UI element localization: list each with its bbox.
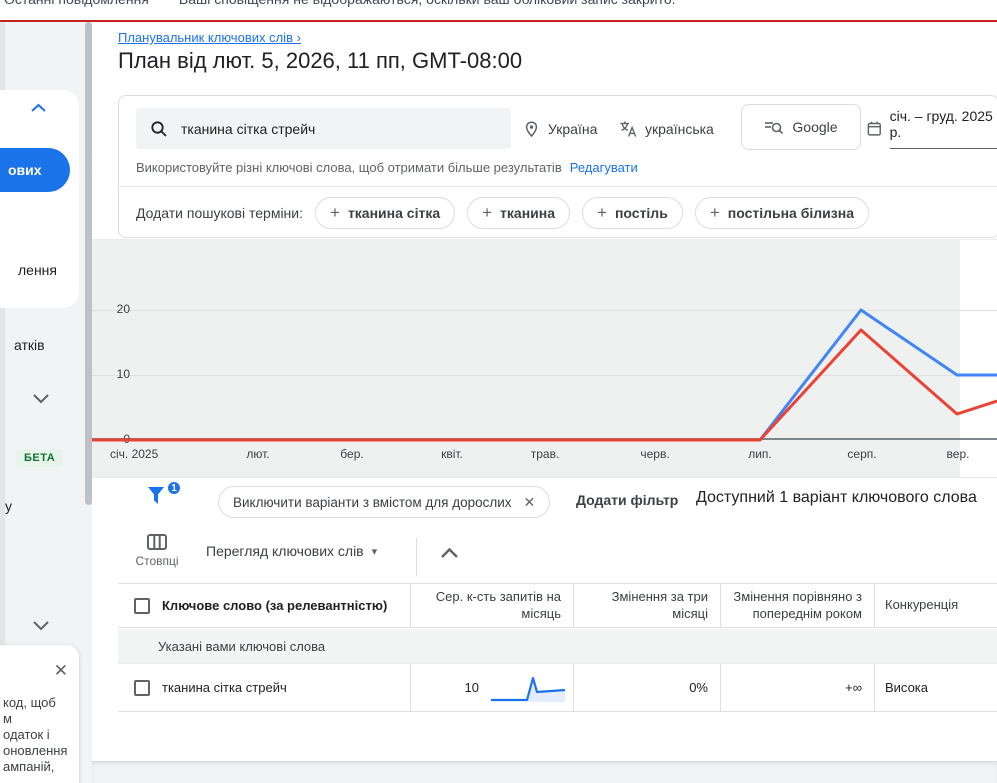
filter-button[interactable]: 1: [146, 480, 182, 514]
account-closed-banner: Останні повідомлення Ваші сповіщення не …: [0, 0, 997, 22]
chevron-down-icon[interactable]: [32, 620, 50, 631]
term-chip[interactable]: + тканина сітка: [315, 196, 456, 229]
banner-label: Останні повідомлення: [4, 0, 149, 7]
result-summary: Доступний 1 варіант ключового слова: [696, 489, 977, 506]
term-chip[interactable]: + тканина: [467, 196, 571, 229]
term-chip-label: тканина: [500, 204, 556, 221]
add-filter-button[interactable]: Додати фільтр: [576, 492, 678, 508]
red-series-line: [92, 328, 997, 442]
keyword-search-box[interactable]: [136, 108, 511, 149]
close-icon[interactable]: ✕: [54, 661, 68, 681]
chevron-down-icon[interactable]: [32, 393, 50, 404]
location-button[interactable]: Україна: [523, 108, 597, 149]
table-section-row: Указані вами ключові слова: [118, 629, 997, 664]
promo-text: код, щоб м одаток і оновлення ампаній,: [3, 695, 67, 775]
banner-message: Ваші сповіщення не відображаються, оскіл…: [179, 0, 676, 7]
filter-chip-label: Виключити варіанти з вмістом для доросли…: [233, 494, 512, 510]
keyword-planner-app: Останні повідомлення Ваші сповіщення не …: [0, 0, 997, 783]
promo-line: ампаній,: [3, 759, 55, 774]
keyword-view-dropdown[interactable]: Перегляд ключових слів ▾: [206, 543, 377, 559]
column-header-3month-change[interactable]: Змінення за три місяці: [586, 589, 708, 623]
hint-row: Використовуйте різні ключові слова, щоб …: [136, 160, 638, 175]
search-network-icon: [765, 122, 784, 135]
plus-icon: +: [330, 202, 340, 222]
sidebar: ових лення атків БЕТА у ✕ код, щоб м ода…: [0, 22, 92, 783]
chevron-up-icon[interactable]: [30, 103, 47, 113]
location-label: Україна: [548, 120, 598, 137]
divider: [416, 538, 417, 576]
date-range-button[interactable]: січ. – груд. 2025 р.: [867, 108, 997, 149]
calendar-icon: [867, 121, 881, 136]
collapse-chart-button[interactable]: [440, 546, 459, 564]
sidebar-item-keyword-planner-active[interactable]: ових: [0, 148, 70, 192]
hint-text: Використовуйте різні ключові слова, щоб …: [136, 160, 562, 175]
promo-line: код, щоб: [3, 695, 56, 710]
view-label: Перегляд ключових слів: [206, 543, 364, 559]
breadcrumb-arrow: ›: [296, 30, 301, 45]
add-terms-row: Додати пошукові терміни: + тканина сітка…: [136, 187, 869, 238]
breadcrumb-link[interactable]: Планувальник ключових слів ›: [118, 30, 301, 45]
yoy-change-value: +∞: [845, 680, 862, 695]
filter-funnel-icon: [148, 487, 164, 504]
promo-line: оновлення: [3, 743, 68, 758]
avg-searches-value: 10: [464, 680, 479, 695]
keyword-search-input[interactable]: [181, 120, 481, 137]
search-icon: [151, 120, 167, 137]
column-header-yoy-change[interactable]: Змінення порівняно з попереднім роком: [733, 589, 862, 623]
plus-icon: +: [709, 202, 720, 222]
3month-change-value: 0%: [689, 680, 708, 695]
plus-icon: +: [482, 202, 493, 222]
sidebar-item-label[interactable]: атків: [14, 337, 45, 353]
term-chip[interactable]: + постільна білизна: [694, 196, 869, 229]
competition-value: Висока: [885, 680, 929, 695]
select-all-checkbox[interactable]: [134, 597, 150, 614]
row-checkbox[interactable]: [134, 679, 150, 696]
table-row: тканина сітка стрейч 10 0% +∞ Висока: [118, 664, 997, 712]
term-chip-label: постіль: [614, 204, 668, 221]
location-pin-icon: [525, 120, 538, 137]
promo-line: одаток і: [3, 727, 50, 742]
edit-link[interactable]: Редагувати: [570, 160, 638, 175]
beta-badge: БЕТА: [16, 449, 64, 467]
page-title: План від лют. 5, 2026, 11 пп, GMT-08:00: [118, 48, 523, 73]
section-label: Указані вами ключові слова: [158, 638, 326, 654]
column-header-avg-searches[interactable]: Сер. к-сть запитів на місяць: [423, 589, 561, 623]
network-selector[interactable]: Google: [741, 104, 861, 150]
sidebar-scrollbar[interactable]: [85, 22, 92, 505]
promo-line: м: [3, 711, 12, 726]
sidebar-item-label[interactable]: лення: [18, 262, 57, 278]
sidebar-item-label[interactable]: у: [5, 498, 12, 514]
sidebar-item-label: ових: [8, 162, 42, 178]
table-header-row: Ключове слово (за релевантністю) Сер. к-…: [118, 583, 997, 628]
columns-button[interactable]: Стовпці: [130, 534, 184, 568]
term-chip-label: тканина сітка: [347, 204, 441, 221]
column-header-keyword[interactable]: Ключове слово (за релевантністю): [162, 598, 387, 613]
plus-icon: +: [597, 202, 607, 222]
term-chip[interactable]: + постіль: [582, 196, 683, 229]
search-settings-card: Україна українська: [118, 95, 997, 238]
chevron-up-icon: [441, 547, 458, 558]
filter-count-badge: 1: [166, 480, 182, 496]
close-icon[interactable]: ✕: [524, 494, 536, 511]
columns-label: Стовпці: [135, 554, 179, 568]
trend-line-chart: [92, 308, 997, 442]
filter-chip-adult-content[interactable]: Виключити варіанти з вмістом для доросли…: [218, 486, 551, 518]
keyword-cell: тканина сітка стрейч: [162, 680, 287, 695]
add-terms-label: Додати пошукові терміни:: [136, 204, 303, 221]
language-label: українська: [645, 120, 714, 137]
breadcrumb: Планувальник ключових слів ›: [118, 30, 301, 45]
columns-icon: [147, 534, 167, 550]
horizontal-scrollbar-area[interactable]: [92, 761, 997, 783]
chart-bottom-border: [92, 477, 997, 478]
language-button[interactable]: українська: [619, 108, 714, 149]
network-label: Google: [792, 119, 838, 135]
sparkline-chart: [491, 676, 566, 702]
term-chip-label: постільна білизна: [727, 204, 854, 221]
dropdown-arrow-icon: ▾: [371, 545, 378, 558]
promo-card: ✕ код, щоб м одаток і оновлення ампаній,: [0, 645, 79, 783]
column-header-competition[interactable]: Конкуренція: [885, 597, 958, 614]
sidebar-nav-card: ових лення: [0, 90, 79, 308]
translate-icon: [620, 121, 637, 137]
date-range-label: січ. – груд. 2025 р.: [889, 108, 997, 149]
